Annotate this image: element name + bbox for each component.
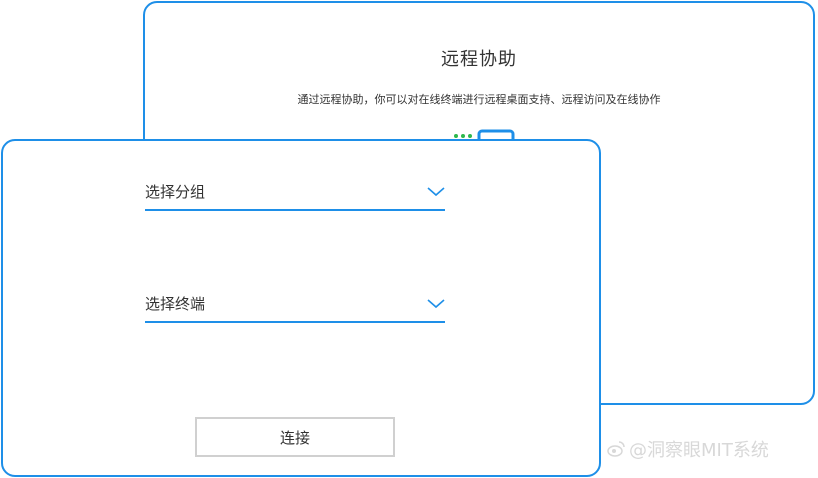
group-select[interactable]: 选择分组 bbox=[145, 177, 445, 211]
watermark-text: @洞察眼MIT系统 bbox=[629, 440, 769, 461]
watermark: @洞察眼MIT系统 bbox=[607, 436, 769, 462]
weibo-icon bbox=[607, 441, 625, 457]
panel-description: 通过远程协助，你可以对在线终端进行远程桌面支持、远程访问及在线协作 bbox=[297, 93, 661, 106]
terminal-select-label: 选择终端 bbox=[145, 295, 206, 313]
group-select-label: 选择分组 bbox=[145, 183, 206, 201]
chevron-down-icon[interactable] bbox=[427, 299, 445, 309]
chevron-down-icon[interactable] bbox=[427, 187, 445, 197]
connect-dialog: 选择分组 选择终端 连接 bbox=[1, 139, 601, 477]
stage: 远程协助 通过远程协助，你可以对在线终端进行远程桌面支持、远程访问及在线协作 选… bbox=[0, 0, 818, 478]
terminal-select[interactable]: 选择终端 bbox=[145, 289, 445, 323]
connect-button[interactable]: 连接 bbox=[195, 417, 395, 457]
panel-title: 远程协助 bbox=[441, 49, 517, 70]
